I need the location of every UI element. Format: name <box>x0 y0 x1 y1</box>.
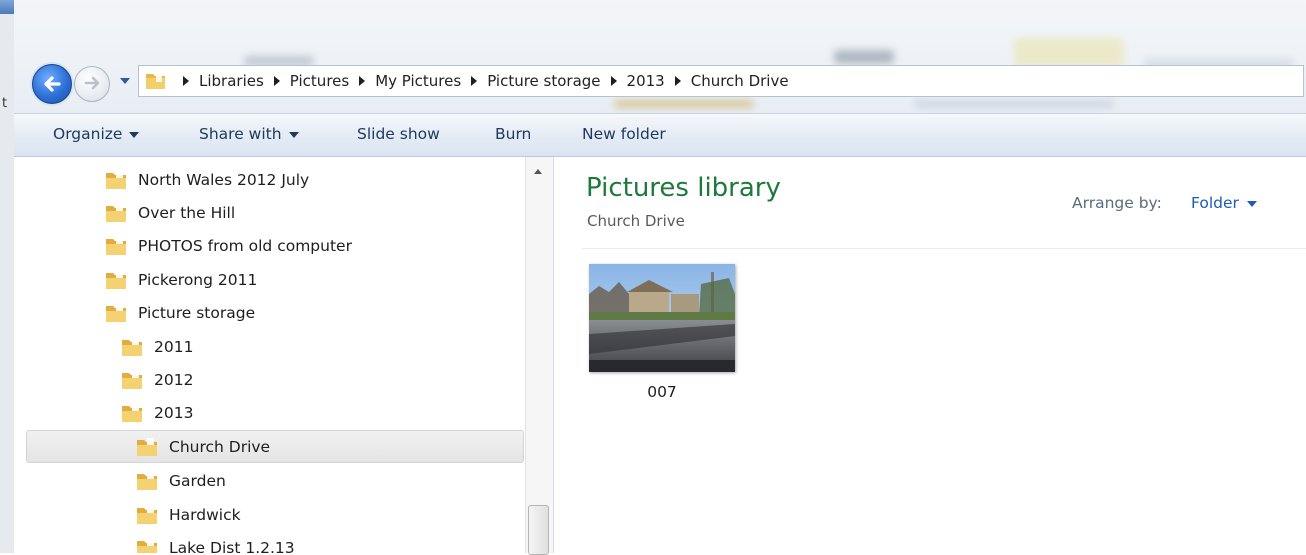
forward-arrow-icon <box>84 76 100 90</box>
photo-thumbnail-image <box>589 264 735 372</box>
nav-item-lake-dist[interactable]: Lake Dist 1.2.13 <box>135 531 295 553</box>
folder-icon <box>106 170 126 189</box>
arrange-by-value: Folder <box>1191 194 1239 212</box>
folder-icon <box>122 337 142 356</box>
folder-icon <box>122 403 142 422</box>
nav-item-2013[interactable]: 2013 <box>120 396 193 429</box>
navigation-pane: North Wales 2012 July Over the Hill PHOT… <box>14 157 554 553</box>
nav-item-garden[interactable]: Garden <box>135 464 226 497</box>
file-name-label[interactable]: 007 <box>589 383 735 401</box>
scroll-up-arrow-icon[interactable] <box>534 169 542 174</box>
content-pane: Pictures library Church Drive Arrange by… <box>554 157 1306 553</box>
folder-icon <box>146 73 165 89</box>
command-bar: Organize Share with Slide show Burn New … <box>14 113 1306 157</box>
header-divider <box>582 248 1306 249</box>
share-with-button[interactable]: Share with <box>199 125 299 143</box>
file-thumbnail[interactable] <box>589 264 735 372</box>
folder-icon <box>122 370 142 389</box>
nav-item-photos-from-old-computer[interactable]: PHOTOS from old computer <box>104 229 352 262</box>
chevron-down-icon <box>129 131 140 138</box>
nav-item-label: Hardwick <box>169 505 241 524</box>
breadcrumb-libraries[interactable]: Libraries <box>199 72 264 90</box>
nav-item-label: North Wales 2012 July <box>138 170 310 189</box>
nav-item-label: Over the Hill <box>138 203 236 222</box>
nav-item-2011[interactable]: 2011 <box>120 330 193 363</box>
burn-button[interactable]: Burn <box>495 125 531 143</box>
breadcrumb-arrow-icon[interactable] <box>471 76 478 86</box>
breadcrumb-arrow-icon[interactable] <box>610 76 617 86</box>
glass-blur <box>1014 38 1124 68</box>
breadcrumb: Libraries Pictures My Pictures Picture s… <box>183 66 789 96</box>
share-with-label: Share with <box>199 125 282 143</box>
new-folder-button[interactable]: New folder <box>582 125 666 143</box>
breadcrumb-arrow-icon[interactable] <box>359 76 366 86</box>
slide-show-button[interactable]: Slide show <box>357 125 440 143</box>
breadcrumb-arrow-icon[interactable] <box>273 76 280 86</box>
folder-icon <box>137 437 157 456</box>
folder-icon <box>106 303 126 322</box>
nav-item-over-the-hill[interactable]: Over the Hill <box>104 196 235 229</box>
nav-item-label: 2011 <box>154 337 194 356</box>
breadcrumb-church-drive[interactable]: Church Drive <box>691 72 789 90</box>
folder-icon <box>106 270 126 289</box>
back-arrow-icon <box>44 76 61 92</box>
background-window-edge: t <box>0 0 46 553</box>
forward-button[interactable] <box>74 66 110 102</box>
arrange-by-dropdown[interactable]: Folder <box>1191 194 1257 212</box>
back-button[interactable] <box>32 64 72 104</box>
nav-item-label: 2012 <box>154 370 194 389</box>
background-window-text-fragment: t <box>2 96 8 111</box>
nav-item-2012[interactable]: 2012 <box>120 363 193 396</box>
nav-item-church-drive[interactable]: Church Drive <box>26 430 524 463</box>
library-subtitle: Church Drive <box>587 212 685 230</box>
folder-icon <box>137 505 157 524</box>
organize-label: Organize <box>53 125 123 143</box>
nav-item-label: 2013 <box>154 403 194 422</box>
recent-pages-dropdown[interactable] <box>120 78 130 84</box>
nav-item-label: Church Drive <box>169 437 271 456</box>
breadcrumb-2013[interactable]: 2013 <box>627 72 665 90</box>
breadcrumb-arrow-icon[interactable] <box>674 76 681 86</box>
folder-icon <box>106 203 126 222</box>
nav-item-hardwick[interactable]: Hardwick <box>135 498 241 531</box>
folder-icon <box>137 471 157 490</box>
nav-item-picture-storage[interactable]: Picture storage <box>104 296 255 329</box>
arrange-by-label: Arrange by: <box>1072 194 1162 212</box>
breadcrumb-arrow-icon[interactable] <box>183 76 189 86</box>
nav-item-label: Lake Dist 1.2.13 <box>169 538 295 554</box>
glass-blur <box>614 100 754 108</box>
chevron-down-icon <box>1246 200 1257 207</box>
glass-blur <box>914 100 1114 108</box>
navigation-scrollbar[interactable] <box>525 157 553 555</box>
scroll-thumb[interactable] <box>528 505 549 555</box>
address-bar[interactable]: Libraries Pictures My Pictures Picture s… <box>138 65 1304 97</box>
nav-item-label: Picture storage <box>138 303 256 322</box>
nav-item-label: Garden <box>169 471 226 490</box>
folder-icon <box>137 538 157 553</box>
breadcrumb-pictures[interactable]: Pictures <box>290 72 349 90</box>
nav-item-label: PHOTOS from old computer <box>138 236 352 255</box>
breadcrumb-my-pictures[interactable]: My Pictures <box>375 72 461 90</box>
folder-icon <box>106 236 126 255</box>
breadcrumb-picture-storage[interactable]: Picture storage <box>487 72 600 90</box>
chevron-down-icon <box>288 131 299 138</box>
nav-item-label: Pickerong 2011 <box>138 270 258 289</box>
library-title: Pictures library <box>586 173 781 203</box>
nav-item-north-wales-2012-july[interactable]: North Wales 2012 July <box>104 163 309 196</box>
organize-button[interactable]: Organize <box>53 125 140 143</box>
nav-item-pickerong-2011[interactable]: Pickerong 2011 <box>104 263 257 296</box>
glass-blur <box>834 50 894 64</box>
